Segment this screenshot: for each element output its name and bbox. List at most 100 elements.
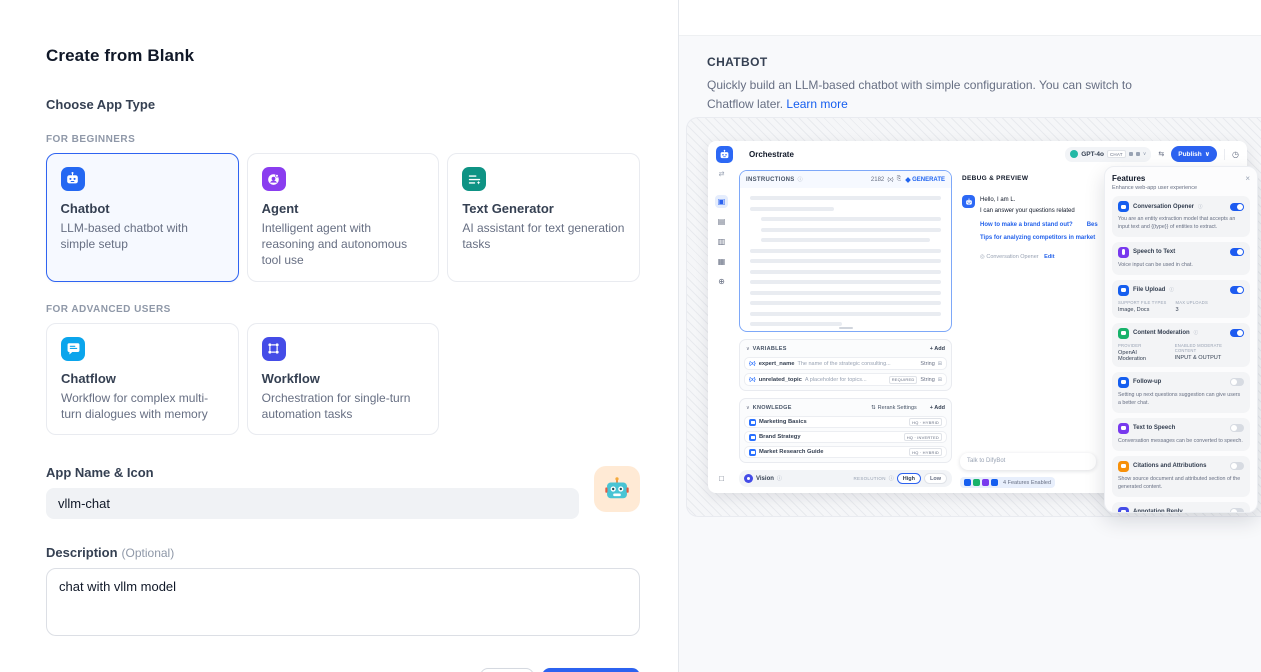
rerank-settings-button: ⇅ Rerank Settings [871,405,917,411]
add-knowledge-button: + Add [930,405,945,411]
feature-chip-icon [973,479,980,486]
toggle [1230,378,1244,386]
swap-icon: ⇄ [719,170,725,178]
dataset-icon [749,449,756,456]
skeleton-line [750,280,941,284]
toggle [1230,248,1244,256]
resolution-high-chip: High [897,473,921,484]
skeleton-line [750,301,941,305]
model-mode-badge: CHAT [1107,150,1126,158]
chatflow-icon [61,337,85,361]
greeting-line: Hello, I am L. [980,195,1098,206]
skeleton-line [750,196,941,200]
advanced-cards-row: Chatflow Workflow for complex multi-turn… [46,323,640,435]
features-enabled-bar: 4 Features Enabled [960,477,1055,488]
modal-footer: No ideas? Check out our templates → Canc… [46,668,640,672]
model-selector: GPT-4o CHAT ∨ [1065,147,1151,162]
toggle [1230,203,1244,211]
toggle [1230,424,1244,432]
follow-up-icon [1118,377,1129,388]
globe-nav-icon: ⊕ [715,275,728,288]
instructions-label: INSTRUCTIONS [746,177,795,183]
for-beginners-label: FOR BEGINNERS [46,134,640,145]
modal-title: Create from Blank [46,46,640,66]
skeleton-line [750,291,941,295]
annotation-icon [1118,507,1129,514]
variable-icon: {x} [749,377,756,383]
variable-icon: {x} [887,177,893,183]
instructions-panel: INSTRUCTIONS ⓘ 2182 {x} ⎘ GENERATE [739,170,952,332]
microphone-icon [1118,247,1129,258]
char-count: 2182 [871,177,884,183]
toggle [1230,462,1244,470]
feature-annotation-reply: Annotation Reply [1112,502,1250,514]
card-title: Chatflow [61,371,224,386]
app-type-card-workflow[interactable]: Workflow Orchestration for single-turn a… [247,323,440,435]
notes-nav-icon: ▦ [715,255,728,268]
skeleton-line [750,207,834,211]
features-subtitle: Enhance web-app user experience [1112,185,1250,191]
skeleton-line [761,217,941,221]
info-icon: ⓘ [1198,204,1203,210]
model-capability-icon [1136,152,1140,156]
instructions-skeleton [740,188,951,326]
card-desc: Orchestration for single-turn automation… [262,390,425,422]
card-title: Chatbot [61,201,225,216]
panel-toggle-icon: □ [719,474,724,483]
settings-icon: ⊞ [938,361,942,367]
model-settings-icon: ⇆ [1158,150,1164,158]
knowledge-panel: ∨ KNOWLEDGE ⇅ Rerank Settings + Add Mark… [739,398,952,463]
description-textarea[interactable]: chat with vllm model [46,568,640,636]
variable-icon: {x} [749,361,756,367]
variable-row: {x} unrelated_topic A placeholder for to… [744,373,947,386]
app-icon-picker[interactable] [594,466,640,512]
chevron-down-icon: ∨ [1205,150,1210,158]
description-label: Description [46,545,118,560]
feature-content-moderation: Content Moderation ⓘ PROVIDEROpenAI Mode… [1112,323,1250,367]
speaker-icon [1118,423,1129,434]
conversation-opener-icon [1118,201,1129,212]
add-variable-button: + Add [930,346,945,352]
preview-illustration: Orchestrate GPT-4o CHAT ∨ ⇆ Publish ∨ ◷ [686,117,1261,517]
publish-button: Publish ∨ [1171,146,1217,162]
bot-avatar-icon [962,195,975,208]
app-type-card-agent[interactable]: Agent Intelligent agent with reasoning a… [247,153,440,282]
knowledge-label: KNOWLEDGE [753,405,792,411]
copy-icon: ⎘ [897,176,901,183]
mock-app-title: Orchestrate [749,150,794,159]
create-button[interactable]: Create ⌘ ↵ [542,668,640,672]
opener-icon: ◎ [980,254,985,260]
preview-pane: CHATBOT Quickly build an LLM-based chatb… [679,0,1261,672]
feature-file-upload: File Upload ⓘ SUPPORT FILE TYPESImage, D… [1112,280,1250,318]
feature-citations: Citations and Attributions Show source d… [1112,456,1250,497]
app-type-card-chatflow[interactable]: Chatflow Workflow for complex multi-turn… [46,323,239,435]
app-name-input[interactable] [46,488,579,519]
gpt-model-icon [1070,150,1078,158]
card-desc: Intelligent agent with reasoning and aut… [262,220,425,269]
feature-chip-icon [982,479,989,486]
citation-icon [1118,461,1129,472]
card-desc: Workflow for complex multi-turn dialogue… [61,390,224,422]
mock-config-column: INSTRUCTIONS ⓘ 2182 {x} ⎘ GENERATE [739,167,952,493]
rerank-icon: ⇅ [871,405,876,411]
feature-text-to-speech: Text to Speech Conversation messages can… [1112,418,1250,451]
app-name-row [46,488,640,519]
cancel-button[interactable]: Cancel [480,668,534,672]
skeleton-line [761,238,929,242]
beginner-cards-row: Chatbot LLM-based chatbot with simple se… [46,153,640,282]
info-icon: ⓘ [1169,287,1174,293]
chevron-down-icon: ∨ [746,346,750,352]
learn-more-link[interactable]: Learn more [786,97,847,111]
card-title: Text Generator [462,201,625,216]
model-name: GPT-4o [1081,151,1104,158]
app-type-card-chatbot[interactable]: Chatbot LLM-based chatbot with simple se… [46,153,239,282]
variables-panel: ∨ VARIABLES + Add {x} expert_name The na… [739,339,952,391]
info-icon: ⓘ [798,176,803,183]
app-type-card-text-generator[interactable]: Text Generator AI assistant for text gen… [447,153,640,282]
preview-blurb: Quickly build an LLM-based chatbot with … [707,76,1137,113]
features-enabled-label: 4 Features Enabled [1003,480,1051,486]
variable-row: {x} expert_name The name of the strategi… [744,357,947,370]
feature-conversation-opener: Conversation Opener ⓘ You are an entity … [1112,196,1250,237]
moderation-icon [1118,328,1129,339]
vision-row: Vision ⓘ RESOLUTION ⓘ High Low [739,470,952,487]
